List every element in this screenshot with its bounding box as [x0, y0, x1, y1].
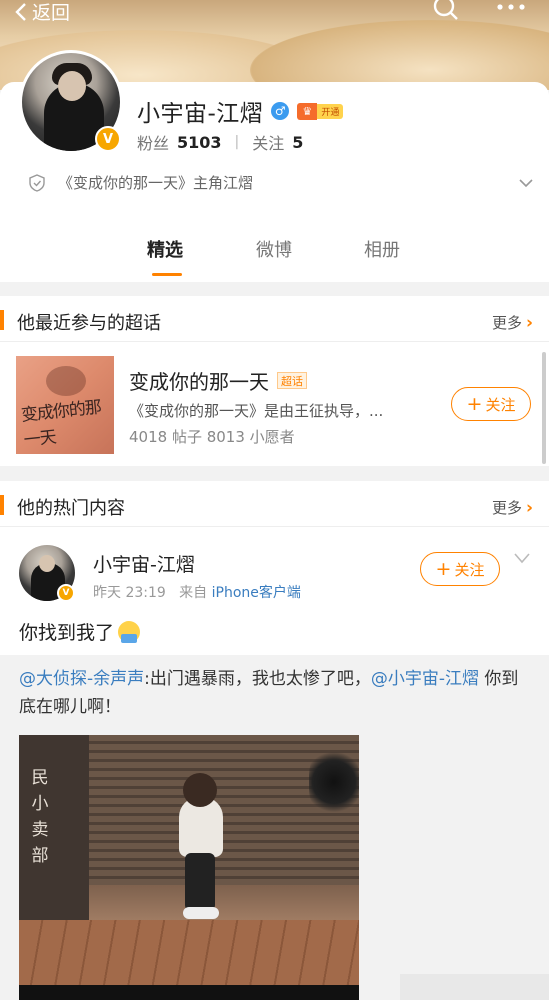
- more-link[interactable]: 更多 ›: [492, 312, 533, 333]
- post-author-name[interactable]: 小宇宙-江熠: [93, 550, 195, 577]
- repost-text: @大侦探-余声声:出门遇暴雨，我也太惨了吧，@小宇宙-江熠 你到底在哪儿啊！: [19, 665, 534, 721]
- section-accent-bar: [0, 495, 4, 515]
- follow-label: 关注: [454, 560, 485, 579]
- back-label: 返回: [32, 2, 71, 24]
- chevron-right-icon: ›: [525, 497, 533, 518]
- tab-weibo[interactable]: 微博: [256, 236, 292, 262]
- plus-icon: +: [466, 392, 483, 415]
- shop-sign-text: 民小卖部: [31, 768, 49, 866]
- follow-author-button[interactable]: + 关注: [420, 552, 500, 586]
- more-link[interactable]: 更多 ›: [492, 497, 533, 518]
- more-label: 更多: [491, 314, 522, 332]
- post-text: 你找到我了: [19, 618, 141, 645]
- following-label[interactable]: 关注: [252, 130, 284, 154]
- profile-name: 小宇宙-江熠: [137, 101, 264, 127]
- topic-stats: 4018 帖子 8013 小愿者: [129, 428, 295, 446]
- topic-name-row[interactable]: 变成你的那一天 超话: [129, 366, 307, 395]
- vip-label: 开通: [317, 103, 344, 119]
- post-source[interactable]: iPhone客户端: [212, 585, 301, 601]
- topic-cover-image[interactable]: 变成你的那一天: [16, 356, 114, 454]
- chevron-left-icon: [15, 2, 26, 21]
- chevron-down-icon[interactable]: [519, 178, 533, 188]
- stats-divider: |: [234, 134, 240, 150]
- section-header: 他最近参与的超话 更多 ›: [0, 296, 549, 342]
- more-icon[interactable]: [496, 0, 526, 14]
- stats-row: 粉丝 5103 | 关注 5: [137, 130, 303, 154]
- top-bar: 返回: [0, 0, 549, 26]
- verified-v-icon: V: [95, 126, 121, 152]
- section-header: 他的热门内容 更多 ›: [0, 481, 549, 527]
- post-body: 你找到我了: [19, 622, 115, 644]
- watermark: [400, 974, 549, 1000]
- post-meta: 昨天 23:19 来自 iPhone客户端: [93, 582, 301, 602]
- mention-link[interactable]: @大侦探-余声声: [19, 669, 144, 689]
- repost-body: :出门遇暴雨，我也太惨了吧，: [144, 669, 371, 689]
- chevron-right-icon: ›: [525, 312, 533, 333]
- following-count[interactable]: 5: [292, 133, 303, 152]
- follow-topic-button[interactable]: + 关注: [451, 387, 531, 421]
- more-label: 更多: [491, 499, 522, 517]
- crown-icon: ♛: [297, 102, 318, 120]
- chevron-down-icon[interactable]: [514, 552, 530, 564]
- shield-icon: [29, 173, 45, 192]
- name-row: 小宇宙-江熠 ♂ ♛ 开通: [137, 94, 344, 128]
- topic-description: 《变成你的那一天》是由王征执导，...: [129, 402, 384, 420]
- section-accent-bar: [0, 310, 4, 330]
- active-tab-indicator: [152, 273, 182, 276]
- profile-card: V 小宇宙-江熠 ♂ ♛ 开通 粉丝 5103 | 关注 5 《变成你的那一天》…: [0, 50, 549, 282]
- post-from-label: 来自: [179, 585, 208, 601]
- follow-label: 关注: [485, 395, 516, 414]
- profile-intro-row[interactable]: 《变成你的那一天》主角江熠: [28, 172, 533, 193]
- plus-icon: +: [435, 557, 452, 580]
- repost-image[interactable]: 民小卖部: [19, 735, 359, 1000]
- vip-open-badge[interactable]: ♛ 开通: [297, 102, 344, 120]
- tab-album[interactable]: 相册: [364, 236, 400, 262]
- tab-featured[interactable]: 精选: [147, 236, 183, 262]
- super-topic-badge: 超话: [277, 372, 307, 389]
- mention-link[interactable]: @小宇宙-江熠: [371, 669, 479, 689]
- topic-cover-text: 变成你的那一天: [20, 397, 102, 451]
- section-title: 他最近参与的超话: [17, 313, 161, 334]
- topic-name: 变成你的那一天: [129, 370, 269, 394]
- section-title: 他的热门内容: [17, 498, 125, 519]
- verified-v-icon: V: [57, 584, 75, 602]
- repost-block[interactable]: @大侦探-余声声:出门遇暴雨，我也太惨了吧，@小宇宙-江熠 你到底在哪儿啊！ 民…: [0, 655, 549, 1000]
- fans-label[interactable]: 粉丝: [137, 130, 169, 154]
- back-button[interactable]: 返回: [14, 0, 70, 25]
- male-gender-icon: ♂: [271, 102, 290, 120]
- sand-dune: [250, 20, 549, 90]
- fans-count[interactable]: 5103: [177, 133, 222, 152]
- profile-intro: 《变成你的那一天》主角江熠: [58, 174, 254, 192]
- shrug-emoji-icon: [118, 620, 141, 643]
- post-time: 昨天 23:19: [93, 585, 166, 601]
- search-icon[interactable]: [432, 0, 460, 22]
- super-topic-section: 他最近参与的超话 更多 › 变成你的那一天 变成你的那一天 超话 《变成你的那一…: [0, 296, 549, 466]
- scrollbar[interactable]: [542, 352, 546, 464]
